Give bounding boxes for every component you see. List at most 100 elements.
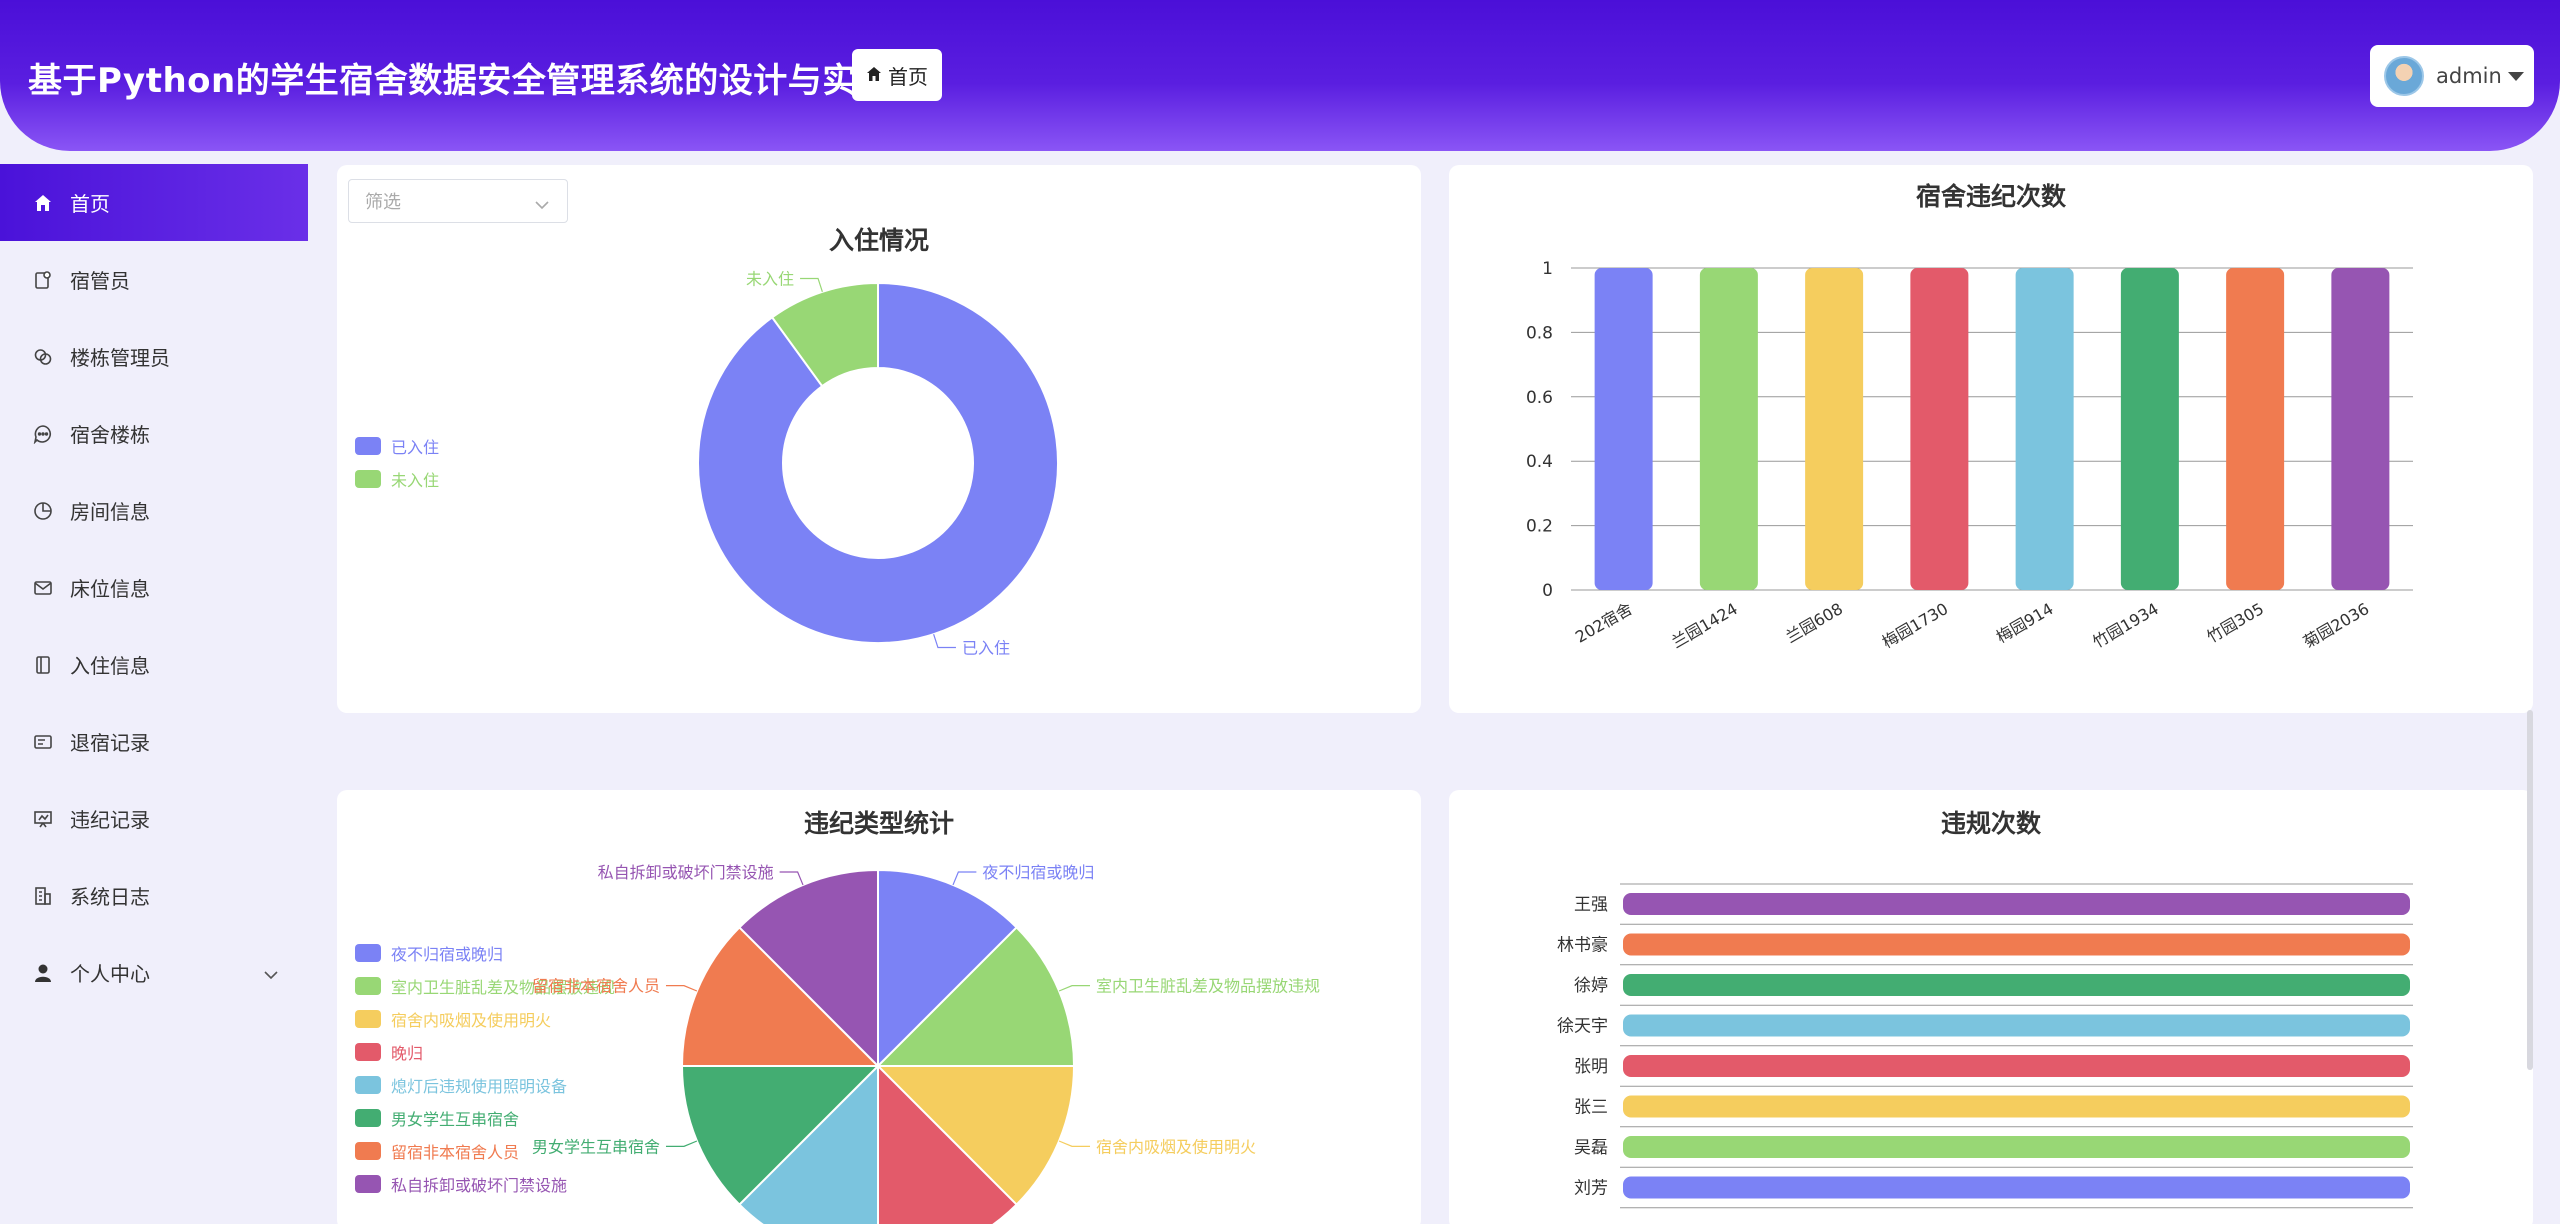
slice-label: 男女学生互串宿舍 [532, 1137, 660, 1156]
sidebar-item-label: 个人中心 [70, 962, 150, 986]
slice-label: 私自拆卸或破坏门禁设施 [598, 863, 774, 882]
x-tick-label: 竹园1934 [2089, 599, 2161, 652]
occupancy-donut-chart: 已入住 未入住 [697, 269, 1059, 658]
label-leader-line [665, 1140, 698, 1147]
y-category-label: 刘芳 [1574, 1179, 1608, 1199]
bar[interactable] [1623, 1176, 2410, 1199]
app-title: 基于Python的学生宿舍数据安全管理系统的设计与实现 [28, 61, 892, 101]
slice-label: 室内卫生脏乱差及物品摆放违规 [1096, 977, 1320, 996]
label-leader-line [952, 871, 977, 886]
dorm-violation-chart-panel: 宿舍违纪次数 0 0.2 0.4 0.6 0.8 1 202宿舍 兰园1424 兰园608 梅园1… [1449, 165, 2533, 713]
pie-icon [32, 500, 54, 522]
bar[interactable] [1623, 933, 2410, 956]
notebook-icon [32, 654, 54, 676]
sidebar-item-dorm-keeper[interactable]: 宿管员 [0, 241, 308, 318]
sidebar: 首页 宿管员 楼栋管理员 宿舍楼栋 房间信息 床位信息 入住信息 退宿记录 违纪… [0, 164, 308, 1011]
y-category-label: 徐天宇 [1557, 1017, 1608, 1037]
y-category-label: 王强 [1574, 895, 1608, 915]
sidebar-item-bed-info[interactable]: 床位信息 [0, 549, 308, 626]
violation-type-chart-panel: 违纪类型统计 夜不归宿或晚归 室内卫生脏乱差及物品摆放违规 宿舍内吸烟及使用明火 晚归… [337, 790, 1421, 1224]
dorm-violation-bar-chart: 0 0.2 0.4 0.6 0.8 1 202宿舍 兰园1424 兰园608 梅园1730 梅园91… [1526, 259, 2413, 652]
id-card-icon [32, 731, 54, 753]
bar[interactable] [2120, 268, 2179, 590]
bar[interactable] [1699, 268, 1758, 590]
y-category-label: 徐婷 [1574, 976, 1608, 996]
x-tick-label: 兰园608 [1782, 599, 1846, 647]
sidebar-item-checkin-info[interactable]: 入住信息 [0, 626, 308, 703]
slice-label: 宿舍内吸烟及使用明火 [1096, 1137, 1256, 1156]
x-tick-label: 兰园1424 [1668, 599, 1740, 652]
y-tick-label: 0.4 [1526, 452, 1553, 472]
y-category-label: 林书豪 [1557, 935, 1608, 956]
avatar [2384, 56, 2424, 96]
y-tick-label: 0.6 [1526, 388, 1553, 408]
mail-icon [32, 577, 54, 599]
bar[interactable] [1594, 268, 1653, 590]
bar[interactable] [1623, 974, 2410, 996]
y-category-label: 吴磊 [1574, 1138, 1608, 1158]
sidebar-item-building-admin[interactable]: 楼栋管理员 [0, 318, 308, 395]
user-name: admin [2436, 64, 2502, 88]
violation-count-bar-chart: 王强林书豪徐婷徐天宇张明张三吴磊刘芳 [1557, 883, 2413, 1209]
x-tick-label: 菊园2036 [2300, 599, 2372, 652]
sidebar-item-label: 房间信息 [70, 500, 150, 524]
sidebar-item-checkout-record[interactable]: 退宿记录 [0, 703, 308, 780]
page-scrollbar[interactable] [2527, 710, 2533, 1070]
bar[interactable] [1805, 268, 1864, 590]
label-leader-line [1058, 1140, 1091, 1147]
x-tick-label: 竹园305 [2203, 599, 2267, 647]
sidebar-item-system-log[interactable]: 系统日志 [0, 857, 308, 934]
bar[interactable] [1623, 893, 2410, 915]
sidebar-item-label: 违纪记录 [70, 808, 150, 832]
slice-label: 夜不归宿或晚归 [982, 863, 1094, 882]
home-breadcrumb-button[interactable]: 首页 [852, 49, 942, 101]
sidebar-item-label: 宿舍楼栋 [70, 423, 150, 447]
y-tick-label: 0.8 [1526, 323, 1553, 343]
sidebar-item-label: 入住信息 [70, 654, 150, 678]
sidebar-item-label: 楼栋管理员 [70, 346, 170, 370]
sidebar-item-label: 宿管员 [70, 269, 130, 293]
sidebar-item-label: 床位信息 [70, 577, 150, 601]
sidebar-item-label: 首页 [70, 192, 110, 216]
sidebar-item-room-info[interactable]: 房间信息 [0, 472, 308, 549]
bar[interactable] [1623, 1136, 2410, 1158]
caret-down-icon [2507, 71, 2524, 81]
x-tick-label: 202宿舍 [1572, 599, 1636, 647]
x-tick-label: 梅园914 [1993, 599, 2057, 647]
label-leader-line [779, 871, 804, 886]
violation-type-pie-chart: 夜不归宿或晚归室内卫生脏乱差及物品摆放违规宿舍内吸烟及使用明火晚归熄灯后违规使用… [532, 863, 1320, 1224]
bar[interactable] [2226, 268, 2285, 590]
bar[interactable] [1910, 268, 1969, 590]
user-icon [32, 962, 54, 984]
building-icon [32, 885, 54, 907]
slice-label: 留宿非本宿舍人员 [532, 977, 660, 996]
label-leader-line [933, 634, 956, 649]
bar[interactable] [1623, 1014, 2410, 1037]
sidebar-item-violation-record[interactable]: 违纪记录 [0, 780, 308, 857]
y-tick-label: 1 [1542, 259, 1553, 279]
sidebar-item-personal-center[interactable]: 个人中心 [0, 934, 308, 1011]
y-tick-label: 0.2 [1526, 517, 1553, 537]
home-icon [32, 192, 54, 214]
chevron-down-icon[interactable] [264, 961, 278, 985]
bar[interactable] [2015, 268, 2074, 590]
occupancy-chart-panel: 筛选 入住情况 已入住 未入住 已入住 未入住 [337, 165, 1421, 713]
chat-icon [32, 423, 54, 445]
bar[interactable] [1623, 1055, 2410, 1077]
slice-label: 已入住 [962, 639, 1010, 658]
label-leader-line [1058, 985, 1091, 992]
x-tick-label: 梅园1730 [1879, 599, 1951, 652]
home-icon [866, 63, 882, 87]
sidebar-item-dorm-building[interactable]: 宿舍楼栋 [0, 395, 308, 472]
slice-label: 未入住 [746, 269, 794, 288]
sidebar-item-label: 系统日志 [70, 885, 150, 909]
bar[interactable] [2331, 268, 2390, 590]
label-leader-line [665, 985, 698, 992]
label-leader-line [800, 277, 823, 292]
sidebar-item-home[interactable]: 首页 [0, 164, 308, 241]
sidebar-item-label: 退宿记录 [70, 731, 150, 755]
y-category-label: 张明 [1574, 1057, 1608, 1077]
bar[interactable] [1623, 1095, 2410, 1118]
link-icon [32, 346, 54, 368]
user-menu[interactable]: admin [2370, 45, 2534, 107]
